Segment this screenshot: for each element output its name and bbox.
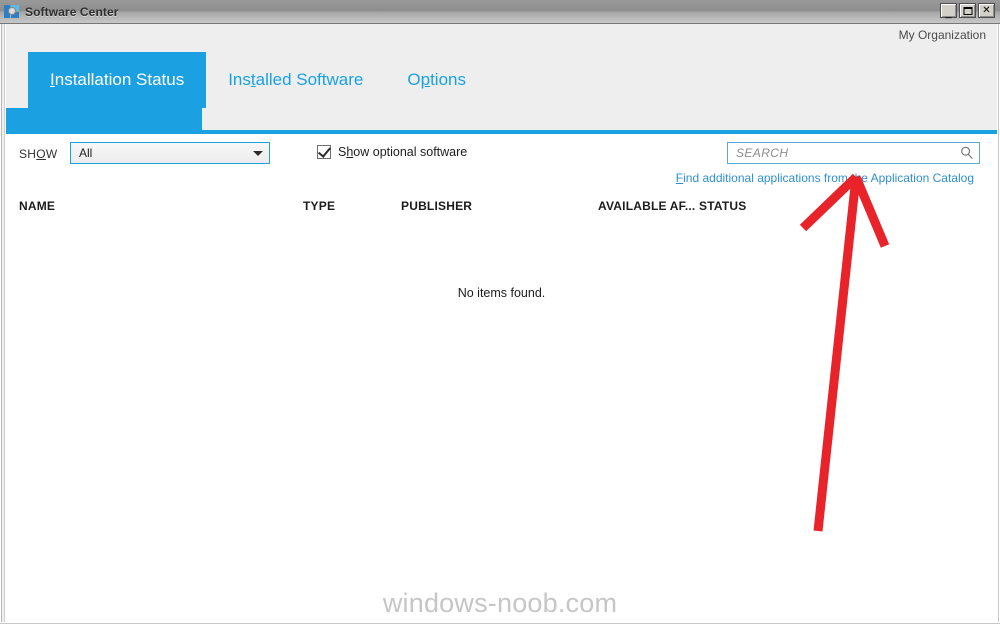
show-optional-software-label: Show optional software: [338, 145, 468, 159]
tabstrip-right-filler: [202, 108, 997, 130]
check-icon: [317, 144, 332, 158]
search-placeholder: SEARCH: [736, 146, 789, 160]
maximize-icon: [963, 6, 972, 15]
close-button[interactable]: ✕: [978, 3, 995, 18]
window-titlebar[interactable]: Software Center _ ✕: [0, 0, 1000, 24]
software-center-window: Software Center _ ✕ My Organization Inst…: [0, 0, 1000, 625]
checkbox-box: [317, 144, 332, 159]
minimize-button[interactable]: _: [940, 3, 957, 18]
header-band: My Organization Installation Status Inst…: [6, 24, 997, 108]
tab-options[interactable]: Options: [385, 52, 488, 108]
tab-installation-status[interactable]: Installation Status: [28, 52, 207, 108]
tab-installed-software-label: Installed Software: [228, 70, 364, 89]
show-filter-label: SHOW: [19, 147, 58, 161]
show-optional-software-checkbox[interactable]: Show optional software: [317, 144, 468, 159]
maximize-button[interactable]: [959, 3, 976, 18]
column-header-publisher[interactable]: PUBLISHER: [401, 199, 472, 213]
tab-options-label: Options: [407, 70, 466, 89]
tab-installation-status-label: Installation Status: [50, 70, 185, 89]
search-input[interactable]: SEARCH: [727, 142, 980, 164]
empty-state-message: No items found.: [457, 286, 546, 300]
software-list: No items found.: [6, 220, 997, 620]
column-header-name[interactable]: NAME: [19, 199, 55, 213]
window-controls: _ ✕: [940, 3, 995, 18]
organization-label: My Organization: [898, 28, 986, 42]
active-tab-extension: [6, 108, 202, 130]
software-center-icon: [4, 4, 20, 20]
close-icon: ✕: [982, 4, 991, 16]
window-title: Software Center: [25, 4, 119, 19]
list-column-headers: NAME TYPE PUBLISHER AVAILABLE AF... STAT…: [6, 196, 997, 220]
search-icon[interactable]: [955, 146, 979, 160]
minimize-icon: _: [945, 6, 952, 19]
filter-toolbar: SHOW All Show optional software SEARCH F…: [6, 134, 997, 196]
column-header-status[interactable]: STATUS: [699, 199, 746, 213]
chevron-down-icon: [247, 150, 269, 156]
column-header-type[interactable]: TYPE: [303, 199, 335, 213]
tab-installed-software[interactable]: Installed Software: [206, 52, 385, 108]
application-catalog-link[interactable]: Find additional applications from the Ap…: [676, 171, 974, 185]
tab-bar: Installation Status Installed Software O…: [28, 52, 488, 108]
show-filter-dropdown[interactable]: All: [70, 142, 270, 164]
column-header-available-after[interactable]: AVAILABLE AF...: [598, 199, 695, 213]
client-area: My Organization Installation Status Inst…: [0, 24, 1000, 625]
show-filter-value: All: [79, 146, 93, 160]
